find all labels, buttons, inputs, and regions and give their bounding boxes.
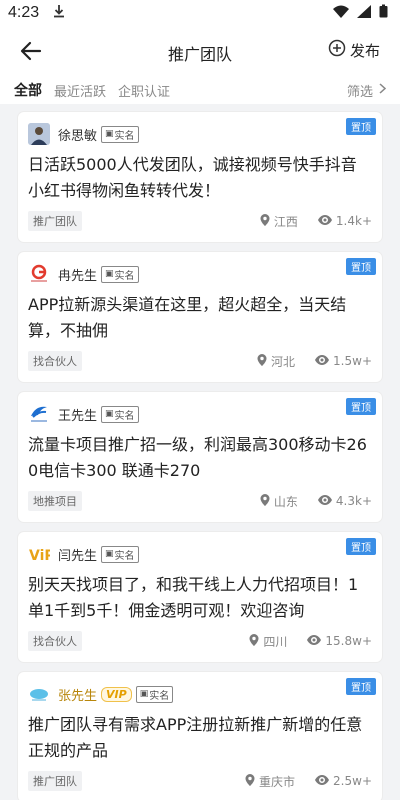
id-card-icon: ▣ — [105, 549, 114, 559]
filter-all[interactable]: 全部 — [14, 80, 42, 100]
user-name: 闫先生 — [58, 548, 98, 564]
post-text: 流量卡项目推广招一级，利润最高300移动卡260电信卡300 联通卡270 — [28, 435, 367, 480]
filter-recent-active[interactable]: 最近活跃 — [54, 81, 106, 100]
id-card-icon: ▣ — [139, 689, 149, 699]
location-text: 四川 — [263, 634, 288, 649]
post-list: 置顶 徐思敏 ▣ 实名 日活跃5000人代发团队，诚接视频号快手抖音小红书得物闲鱼… — [0, 104, 400, 800]
view-count: 15.8w+ — [325, 634, 372, 648]
avatar — [28, 263, 50, 285]
view-count: 4.3k+ — [335, 494, 372, 508]
category-tag: 推广团队 — [28, 771, 82, 791]
location-text: 山东 — [273, 494, 298, 509]
eye-icon — [315, 774, 330, 788]
post-text: 推广团队寻有需求APP注册拉新推广新增的任意正规的产品 — [28, 715, 363, 760]
filter-label: 筛选 — [346, 84, 373, 100]
pinned-badge: 置顶 — [346, 398, 376, 415]
filter-bar: 全部 最近活跃 企职认证 筛选 — [0, 76, 400, 104]
view-count: 2.5w+ — [333, 774, 372, 788]
post-card[interactable]: 置顶 张先生 VIP ▣ 实名 推广团队寻有需求APP注册拉新推广新增的任意正规的… — [18, 672, 382, 800]
pinned-badge: 置顶 — [346, 118, 376, 135]
verified-badge: ▣ 实名 — [101, 405, 139, 423]
location-pin-icon — [249, 633, 259, 649]
verified-badge: ▣ 实名 — [101, 265, 139, 283]
pinned-badge: 置顶 — [346, 538, 376, 555]
location-text: 江西 — [273, 214, 298, 229]
location-pin-icon — [257, 353, 267, 369]
category-tag: 推广团队 — [28, 211, 82, 231]
eye-icon — [307, 634, 322, 648]
location-pin-icon — [260, 213, 270, 229]
avatar — [28, 403, 50, 425]
status-bar: 4:23 — [0, 0, 400, 26]
eye-icon — [315, 354, 330, 368]
user-name: 张先生 — [58, 688, 98, 704]
avatar: ViP — [28, 543, 50, 565]
avatar — [28, 123, 50, 145]
publish-button[interactable]: 发布 — [328, 39, 380, 61]
user-name: 王先生 — [58, 408, 98, 424]
id-card-icon: ▣ — [105, 129, 114, 139]
verified-badge: ▣ 实名 — [101, 125, 139, 143]
status-time: 4:23 — [8, 4, 40, 21]
post-card[interactable]: 置顶 王先生 ▣ 实名 流量卡项目推广招一级，利润最高300移动卡260电信卡30… — [18, 392, 382, 522]
post-card[interactable]: 置顶 徐思敏 ▣ 实名 日活跃5000人代发团队，诚接视频号快手抖音小红书得物闲鱼… — [18, 112, 382, 242]
user-name: 徐思敏 — [58, 128, 98, 144]
avatar — [28, 683, 50, 705]
vip-badge: VIP — [101, 686, 132, 702]
pinned-badge: 置顶 — [346, 678, 376, 695]
category-tag: 找合伙人 — [28, 351, 82, 371]
view-count: 1.5w+ — [333, 354, 372, 368]
post-text: 日活跃5000人代发团队，诚接视频号快手抖音小红书得物闲鱼转转代发！ — [28, 155, 357, 200]
location-pin-icon — [260, 493, 270, 509]
eye-icon — [317, 214, 332, 228]
verified-badge: ▣ 实名 — [101, 545, 139, 563]
chevron-right-icon — [379, 82, 387, 98]
location-text: 重庆市 — [259, 774, 296, 789]
battery-icon — [379, 4, 388, 22]
filter-company-verified[interactable]: 企职认证 — [118, 81, 170, 100]
publish-label: 发布 — [349, 41, 380, 60]
signal-icon — [357, 4, 371, 22]
category-tag: 地推项目 — [28, 491, 82, 511]
id-card-icon: ▣ — [105, 269, 114, 279]
verified-badge: ▣ 实名 — [135, 685, 174, 703]
app-header: 推广团队 发布 — [0, 26, 400, 76]
id-card-icon: ▣ — [105, 409, 114, 419]
filter-button[interactable]: 筛选 — [346, 81, 387, 100]
eye-icon — [317, 494, 332, 508]
post-text: 别天天找项目了，和我干线上人力代招项目！1单1千到5千！佣金透明可观！欢迎咨询 — [28, 575, 359, 620]
wifi-icon — [333, 4, 349, 22]
location-text: 河北 — [271, 354, 296, 369]
post-card[interactable]: 置顶 ViP 闫先生 ▣ 实名 别天天找项目了，和我干线上人力代招项目！1单1千到… — [18, 532, 382, 662]
user-name: 冉先生 — [58, 268, 98, 284]
view-count: 1.4k+ — [335, 214, 372, 228]
pinned-badge: 置顶 — [346, 258, 376, 275]
download-icon — [53, 4, 65, 22]
location-pin-icon — [245, 773, 255, 789]
category-tag: 找合伙人 — [28, 631, 82, 651]
post-card[interactable]: 置顶 冉先生 ▣ 实名 APP拉新源头渠道在这里，超火超全，当天结算，不抽佣 找合… — [18, 252, 382, 382]
plus-circle-icon — [328, 39, 346, 61]
post-text: APP拉新源头渠道在这里，超火超全，当天结算，不抽佣 — [28, 295, 347, 340]
svg-text:ViP: ViP — [29, 548, 50, 564]
